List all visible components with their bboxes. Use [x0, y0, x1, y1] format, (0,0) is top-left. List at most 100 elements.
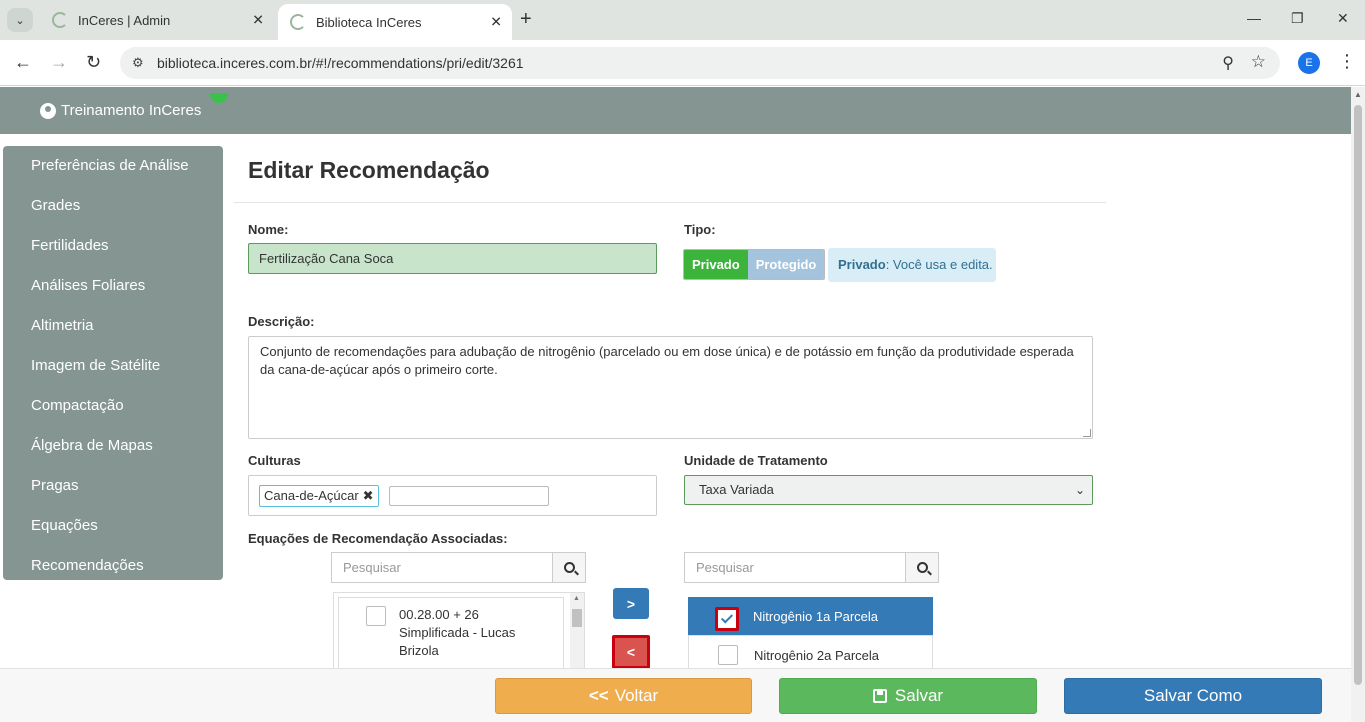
chevron-left-icon: < — [626, 644, 636, 660]
sidebar-item-compactacao[interactable]: Compactação — [3, 386, 223, 426]
sidebar-item-fertilidades[interactable]: Fertilidades — [3, 226, 223, 266]
unidade-select[interactable]: Taxa Variada ⌄ — [684, 475, 1093, 505]
restore-icon[interactable]: ❐ — [1291, 10, 1304, 27]
list-item-selected[interactable]: Nitrogênio 1a Parcela — [688, 597, 933, 637]
action-footer: << Voltar Salvar Salvar Como — [0, 668, 1351, 722]
associated-equations-list: Nitrogênio 1a Parcela Nitrogênio 2a Parc… — [688, 597, 933, 677]
url-field[interactable]: ⚙ biblioteca.inceres.com.br/#!/recommend… — [120, 47, 1280, 79]
sidebar-item-grades[interactable]: Grades — [3, 186, 223, 226]
browser-menu-icon[interactable]: ⋮ — [1338, 51, 1356, 72]
associated-search-input[interactable]: Pesquisar — [684, 552, 905, 583]
inceres-favicon-icon — [290, 14, 306, 30]
culturas-text-input[interactable] — [389, 486, 549, 506]
descricao-textarea[interactable]: Conjunto de recomendações para adubação … — [248, 336, 1093, 439]
salvar-como-button[interactable]: Salvar Como — [1064, 678, 1322, 714]
salvar-button[interactable]: Salvar — [779, 678, 1037, 714]
browser-tab-admin[interactable]: InCeres | Admin ✕ — [40, 4, 274, 36]
available-equations-list: 00.28.00 + 26 Simplificada - Lucas Brizo… — [333, 592, 585, 673]
user-circle-icon — [40, 102, 56, 119]
browser-tab-bar: ⌄ InCeres | Admin ✕ Biblioteca InCeres ✕… — [0, 0, 1365, 40]
equacoes-label: Equações de Recomendação Associadas: — [248, 531, 508, 546]
close-tab-icon[interactable]: ✕ — [252, 12, 264, 29]
tab-search-chevron-icon[interactable]: ⌄ — [7, 8, 33, 32]
sidebar-item-preferencias[interactable]: Preferências de Análise — [3, 146, 223, 186]
connection-status-icon — [210, 93, 228, 103]
app-header: Treinamento InCeres — [0, 87, 1351, 134]
sidebar-item-algebra-mapas[interactable]: Álgebra de Mapas — [3, 426, 223, 466]
scrollbar-thumb[interactable] — [1354, 105, 1362, 685]
descricao-text: Conjunto de recomendações para adubação … — [260, 344, 1074, 377]
sidebar-item-recomendacoes[interactable]: Recomendações — [3, 546, 223, 586]
culture-tag-label: Cana-de-Açúcar — [264, 488, 359, 503]
page-title: Editar Recomendação — [248, 157, 490, 183]
culturas-label: Culturas — [248, 453, 301, 468]
chevron-right-icon: > — [626, 595, 636, 612]
browser-address-bar: ← → ↻ ⚙ biblioteca.inceres.com.br/#!/rec… — [0, 40, 1365, 86]
list-scrollbar[interactable]: ▲ — [570, 593, 584, 671]
voltar-button[interactable]: << Voltar — [495, 678, 752, 714]
sidebar-item-imagem-satelite[interactable]: Imagem de Satélite — [3, 346, 223, 386]
window-close-icon[interactable]: ✕ — [1337, 10, 1349, 27]
tipo-toggle: Privado Protegido — [683, 249, 826, 280]
browser-tab-biblioteca[interactable]: Biblioteca InCeres ✕ — [278, 4, 512, 40]
tipo-privado-button[interactable]: Privado — [684, 250, 748, 279]
available-search-button[interactable] — [552, 552, 586, 583]
associated-item-checkbox[interactable] — [718, 645, 738, 665]
nome-input[interactable]: Fertilização Cana Soca — [248, 243, 657, 274]
back-icon[interactable]: ← — [14, 52, 32, 73]
sidebar-item-pragas[interactable]: Pragas — [3, 466, 223, 506]
sidebar-item-altimetria[interactable]: Altimetria — [3, 306, 223, 346]
close-tab-icon[interactable]: ✕ — [490, 14, 502, 31]
profile-avatar[interactable]: E — [1298, 52, 1320, 74]
chevron-down-icon: ⌄ — [1074, 483, 1085, 497]
available-search: Pesquisar — [331, 552, 586, 583]
user-menu[interactable]: Treinamento InCeres — [40, 102, 201, 119]
tab-title: Biblioteca InCeres — [316, 14, 422, 30]
culture-tag: Cana-de-Açúcar ✖ — [259, 485, 379, 507]
tab-title: InCeres | Admin — [78, 12, 171, 28]
unidade-label: Unidade de Tratamento — [684, 453, 828, 468]
tipo-label: Tipo: — [684, 222, 716, 237]
salvar-como-label: Salvar Como — [1143, 686, 1243, 705]
save-icon — [872, 689, 887, 703]
reload-icon[interactable]: ↻ — [86, 52, 101, 73]
associated-item-checkbox[interactable] — [715, 607, 739, 631]
minimize-icon[interactable]: — — [1247, 10, 1261, 26]
search-icon — [916, 562, 928, 573]
site-info-icon[interactable]: ⚙ — [132, 55, 144, 71]
nome-label: Nome: — [248, 222, 289, 237]
list-item[interactable]: 00.28.00 + 26 Simplificada - Lucas Brizo… — [338, 597, 564, 673]
zoom-icon[interactable]: ⚲ — [1222, 53, 1234, 73]
resize-handle-icon[interactable] — [1083, 429, 1091, 437]
culturas-tag-input[interactable]: Cana-de-Açúcar ✖ — [248, 475, 657, 516]
search-icon — [563, 562, 575, 573]
inceres-favicon-icon — [52, 12, 68, 28]
double-chevron-left-icon: << — [588, 686, 609, 705]
scroll-up-arrow-icon[interactable]: ▲ — [1354, 90, 1362, 99]
tipo-info-box: Privado: Você usa e edita. — [828, 248, 996, 282]
user-name: Treinamento InCeres — [61, 102, 202, 119]
salvar-label: Salvar — [894, 686, 944, 705]
bookmark-star-icon[interactable]: ☆ — [1251, 52, 1266, 72]
title-divider — [234, 202, 1106, 203]
available-item-checkbox[interactable] — [366, 606, 386, 626]
sidebar-item-analises-foliares[interactable]: Análises Foliares — [3, 266, 223, 306]
associated-search-button[interactable] — [905, 552, 939, 583]
move-left-button[interactable]: < — [612, 635, 650, 669]
available-search-input[interactable]: Pesquisar — [331, 552, 552, 583]
new-tab-icon[interactable]: + — [520, 8, 532, 31]
tipo-protegido-button[interactable]: Protegido — [747, 250, 825, 279]
sidebar-nav: Preferências de Análise Grades Fertilida… — [3, 146, 223, 580]
remove-tag-icon[interactable]: ✖ — [363, 488, 374, 503]
scroll-up-arrow-icon[interactable]: ▲ — [573, 595, 580, 602]
descricao-label: Descrição: — [248, 314, 315, 329]
forward-icon[interactable]: → — [50, 52, 68, 73]
unidade-selected-value: Taxa Variada — [699, 482, 774, 497]
move-right-button[interactable]: > — [613, 588, 649, 619]
list-scrollbar-thumb[interactable] — [572, 609, 582, 627]
page-scrollbar[interactable]: ▲ — [1351, 87, 1365, 722]
sidebar-item-equacoes[interactable]: Equações — [3, 506, 223, 546]
voltar-label: Voltar — [614, 686, 659, 705]
list-item-label: 00.28.00 + 26 Simplificada - Lucas Brizo… — [399, 607, 516, 658]
tipo-info-text: : Você usa e edita. — [885, 257, 993, 272]
